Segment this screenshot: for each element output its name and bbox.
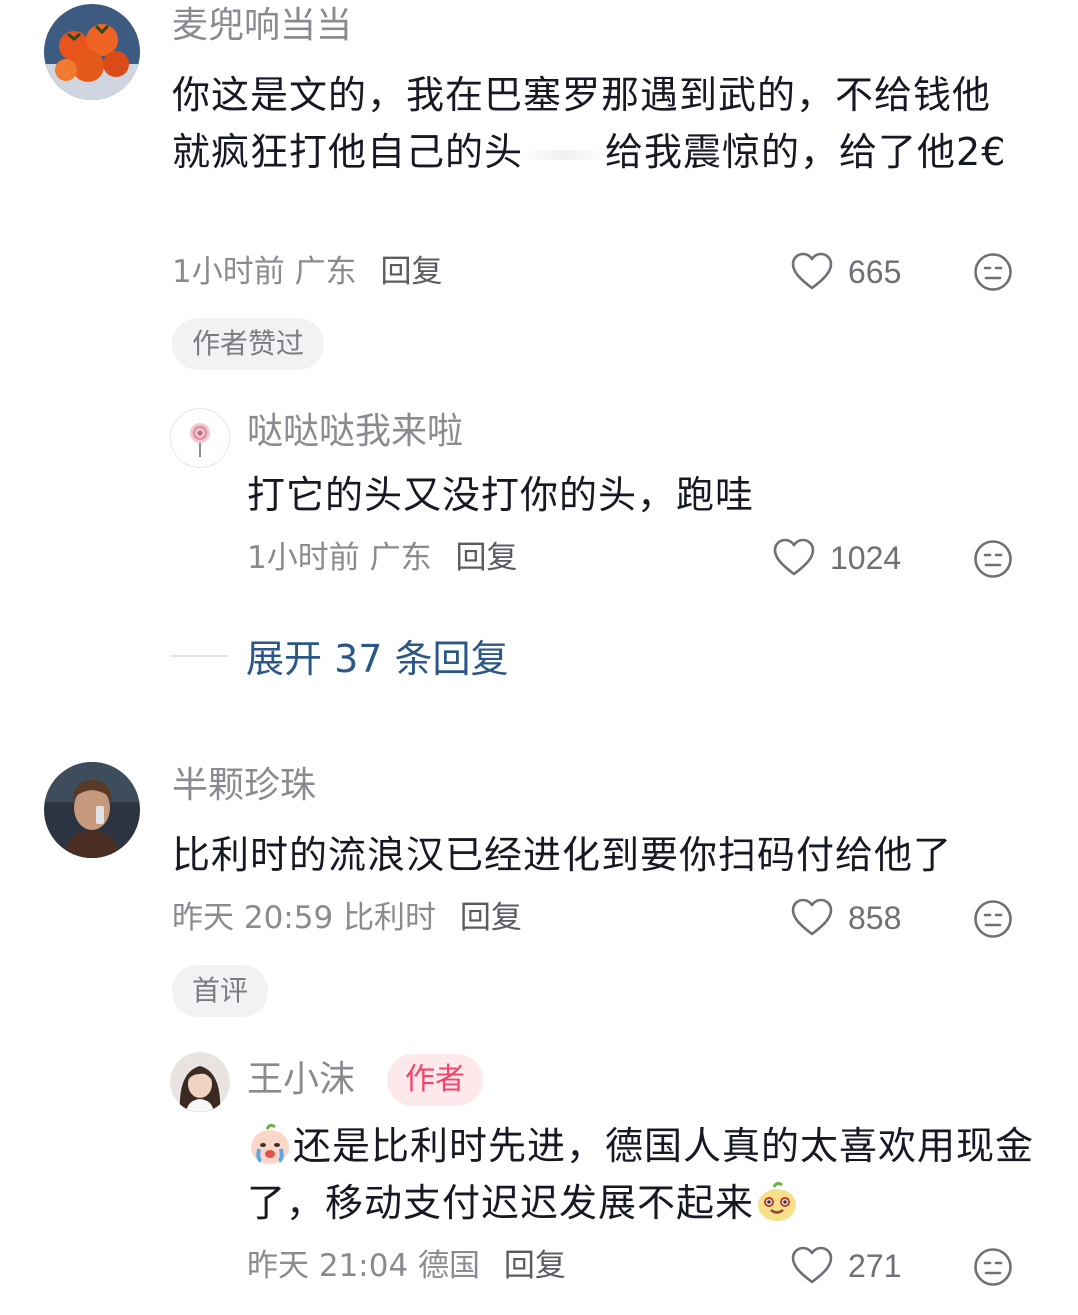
- comment-location: 比利时: [343, 900, 437, 936]
- like-button[interactable]: 665: [790, 252, 901, 292]
- reply-meta: 1小时前 广东 回复: [247, 538, 517, 578]
- author-liked-tag: 作者赞过: [172, 318, 325, 370]
- username[interactable]: 麦兜响当当: [172, 4, 352, 48]
- heart-icon: [791, 252, 833, 290]
- avatar-persimmon-image: [44, 4, 140, 100]
- avatar[interactable]: [170, 1052, 230, 1112]
- hidden-emoji-gap: [523, 149, 606, 160]
- reply-button[interactable]: 回复: [504, 1248, 566, 1284]
- reply-meta: 昨天 21:04 德国 回复: [247, 1246, 566, 1286]
- comment-location: 广东: [294, 254, 357, 290]
- avatar[interactable]: [170, 408, 230, 468]
- reply-time: 1小时前: [247, 540, 360, 576]
- like-count: 271: [848, 1247, 902, 1284]
- reply-location: 广东: [369, 540, 432, 576]
- avatar-woman-phone-image: [44, 762, 140, 858]
- comment-text-part: 给我震惊的，给了他2€: [605, 130, 1007, 174]
- dislike-face-icon[interactable]: [973, 539, 1013, 579]
- like-button[interactable]: 1024: [772, 538, 901, 578]
- reply-button[interactable]: 回复: [380, 254, 442, 290]
- like-count: 1024: [830, 539, 902, 576]
- username[interactable]: 哒哒哒我来啦: [247, 410, 463, 454]
- username[interactable]: 半颗珍珠: [172, 764, 316, 808]
- dislike-face-icon[interactable]: [973, 1247, 1013, 1287]
- first-comment-tag: 首评: [172, 965, 269, 1017]
- heart-icon: [773, 538, 815, 576]
- smiling-emoji-icon: [758, 1181, 797, 1221]
- reply-text-part: 还是比利时先进，德国人真的太喜欢用现金了，移动支付迟迟发展不起来: [247, 1124, 1035, 1225]
- comment-meta: 昨天 20:59 比利时 回复: [172, 898, 522, 938]
- like-button[interactable]: 271: [790, 1246, 901, 1286]
- like-count: 665: [848, 253, 902, 290]
- reply-button[interactable]: 回复: [455, 540, 517, 576]
- author-badge: 作者: [387, 1054, 483, 1106]
- reply-time: 昨天 21:04: [247, 1248, 409, 1284]
- comment-time: 1小时前: [172, 254, 285, 290]
- heart-icon: [791, 898, 833, 936]
- comment-text: 比利时的流浪汉已经进化到要你扫码付给他了: [172, 833, 953, 877]
- like-button[interactable]: 858: [790, 898, 901, 938]
- expand-replies-button[interactable]: 展开 37 条回复: [170, 628, 509, 683]
- reply-button[interactable]: 回复: [460, 900, 522, 936]
- dislike-face-icon[interactable]: [973, 899, 1013, 939]
- username[interactable]: 王小沫: [247, 1058, 355, 1102]
- comment-meta: 1小时前 广东 回复: [172, 252, 442, 292]
- avatar-author-image: [170, 1052, 230, 1112]
- avatar[interactable]: [44, 762, 140, 858]
- dislike-face-icon[interactable]: [973, 252, 1013, 292]
- crying-emoji-icon: [251, 1123, 289, 1164]
- avatar[interactable]: [44, 4, 140, 100]
- reply-location: 德国: [418, 1248, 481, 1284]
- reply-text: 打它的头又没打你的头，跑哇: [247, 473, 755, 517]
- expand-replies-label: 展开 37 条回复: [246, 637, 509, 681]
- avatar-lollipop-image: [171, 409, 229, 467]
- like-count: 858: [848, 899, 902, 936]
- heart-icon: [791, 1246, 833, 1284]
- reply-text: 还是比利时先进，德国人真的太喜欢用现金了，移动支付迟迟发展不起来: [247, 1118, 1037, 1232]
- comment-text: 你这是文的，我在巴塞罗那遇到武的，不给钱他就疯狂打他自己的头 给我震惊的，给了他2…: [172, 67, 1022, 181]
- expand-divider: [170, 654, 228, 657]
- comment-time: 昨天 20:59: [172, 900, 334, 936]
